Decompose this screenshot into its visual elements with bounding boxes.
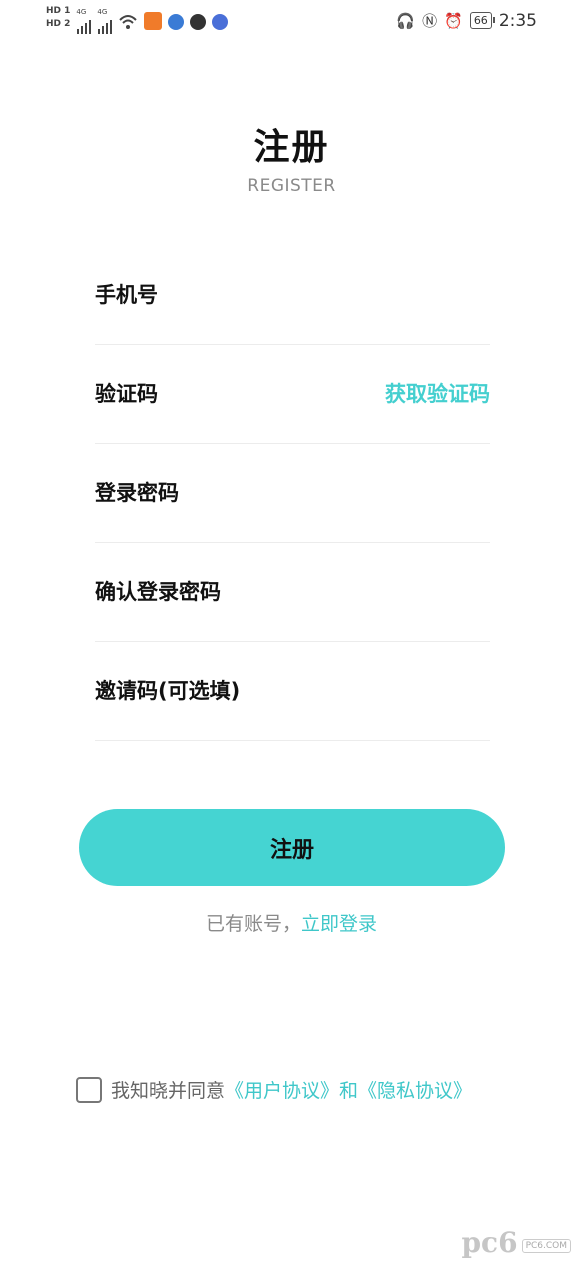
get-code-button[interactable]: 获取验证码 — [385, 378, 490, 408]
phone-row — [95, 246, 490, 345]
code-row: 获取验证码 — [95, 345, 490, 444]
network-tag-1: 4G — [76, 8, 87, 16]
login-link[interactable]: 立即登录 — [301, 913, 377, 935]
navigation-app-icon — [190, 14, 207, 30]
clock: 2:35 — [498, 10, 537, 31]
agreement-prefix: 我知晓并同意 — [111, 1080, 226, 1102]
nfc-icon: Ⓝ — [422, 12, 438, 30]
hd-badge-2: HD 2 — [46, 19, 71, 29]
privacy-policy-link[interactable]: 《隐私协议》 — [358, 1076, 472, 1103]
music-app-icon — [212, 14, 229, 30]
register-form: 获取验证码 — [95, 246, 490, 741]
network-tag-2: 4G — [97, 8, 108, 16]
headphones-icon: 🎧 — [396, 11, 416, 30]
register-button[interactable]: 注册 — [79, 809, 505, 886]
signal-2-icon: 4G — [97, 6, 113, 34]
invite-code-row — [95, 642, 490, 741]
password-input[interactable] — [95, 475, 355, 511]
signal-1-icon: 4G — [76, 6, 92, 34]
page-subtitle: REGISTER — [247, 176, 336, 196]
login-prompt-text: 已有账号， — [205, 913, 301, 935]
status-right: 🎧 Ⓝ ⏰ 66 2:35 — [396, 10, 537, 31]
page-title: 注册 — [253, 127, 330, 168]
confirm-password-input[interactable] — [95, 574, 355, 610]
wifi-icon — [119, 15, 138, 29]
hd-badge-1: HD 1 — [46, 6, 71, 16]
verification-code-input[interactable] — [95, 376, 355, 412]
agreement-and: 和 — [339, 1080, 359, 1102]
hd-badges: HD 1 HD 2 — [46, 6, 70, 29]
user-agreement-link[interactable]: 《用户协议》 — [225, 1076, 339, 1103]
battery-icon: 66 — [469, 12, 495, 29]
status-left: HD 1 HD 2 4G 4G — [46, 6, 229, 34]
invite-code-input[interactable] — [95, 673, 355, 709]
login-prompt: 已有账号，立即登录 — [0, 909, 583, 936]
browser-app-icon — [168, 14, 185, 30]
status-bar: HD 1 HD 2 4G 4G 🎧 Ⓝ ⏰ 66 2:35 — [0, 0, 583, 44]
phone-input[interactable] — [95, 277, 355, 313]
watermark: pc6 PC6.COM — [461, 1226, 571, 1259]
password-row — [95, 444, 490, 543]
confirm-password-row — [95, 543, 490, 642]
agreement-row: 我知晓并同意 《用户协议》 和 《隐私协议》 — [76, 1076, 472, 1103]
agreement-checkbox[interactable] — [76, 1076, 102, 1103]
alarm-icon: ⏰ — [444, 11, 463, 30]
taobao-app-icon — [144, 12, 163, 30]
watermark-logo: pc6 — [461, 1226, 518, 1259]
watermark-box: PC6.COM — [521, 1239, 571, 1253]
